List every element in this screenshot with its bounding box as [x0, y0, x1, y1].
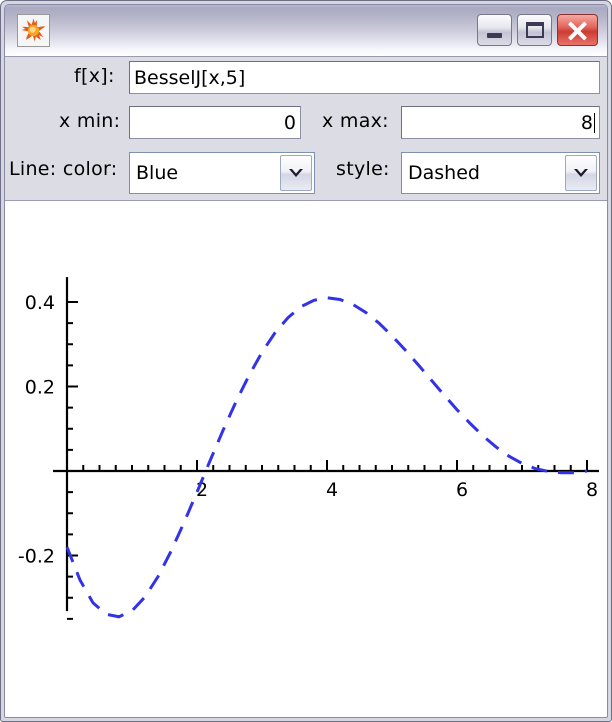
chevron-down-icon[interactable]: [565, 155, 597, 191]
minimize-button[interactable]: [477, 14, 512, 46]
close-icon: [558, 15, 597, 45]
window-control-buttons: [477, 14, 598, 46]
x-axis-tick-label: 4: [326, 479, 338, 501]
controls-panel: f[x]: BesselJ[x,5] x min: 0 x max: 8 Lin…: [5, 57, 607, 201]
mathematica-starburst-icon: [17, 14, 50, 47]
xmin-label: x min:: [59, 110, 120, 132]
function-plot: 2468-0.20.20.4: [5, 201, 607, 717]
window-inner: f[x]: BesselJ[x,5] x min: 0 x max: 8 Lin…: [4, 4, 608, 718]
line-style-select[interactable]: Dashed: [401, 152, 600, 194]
function-input[interactable]: BesselJ[x,5]: [129, 61, 600, 94]
x-axis-tick-label: 6: [456, 479, 468, 501]
close-button[interactable]: [557, 14, 598, 46]
xmax-input[interactable]: 8: [401, 106, 600, 139]
chevron-down-icon[interactable]: [280, 155, 312, 191]
plot-tool-window: f[x]: BesselJ[x,5] x min: 0 x max: 8 Lin…: [0, 0, 612, 722]
window-titlebar[interactable]: [5, 5, 607, 57]
text-caret: [594, 113, 595, 133]
plot-curve: [67, 298, 587, 617]
y-axis-tick-label: -0.2: [18, 546, 55, 568]
plot-canvas: 2468-0.20.20.4: [5, 201, 607, 717]
function-label: f[x]:: [74, 65, 115, 87]
line-style-label: style:: [336, 158, 390, 180]
maximize-icon: [526, 22, 544, 38]
xmin-input[interactable]: 0: [129, 106, 301, 139]
x-axis-tick-label: 8: [586, 479, 598, 501]
line-style-value: Dashed: [408, 162, 480, 184]
xmax-label: x max:: [322, 110, 389, 132]
line-color-select[interactable]: Blue: [129, 152, 315, 194]
y-axis-tick-label: 0.2: [25, 377, 55, 399]
line-color-value: Blue: [136, 162, 178, 184]
maximize-button[interactable]: [517, 14, 552, 46]
line-color-label: Line: color:: [9, 158, 118, 180]
minimize-icon: [487, 33, 502, 38]
y-axis-tick-label: 0.4: [25, 292, 55, 314]
xmax-value: 8: [581, 112, 593, 134]
